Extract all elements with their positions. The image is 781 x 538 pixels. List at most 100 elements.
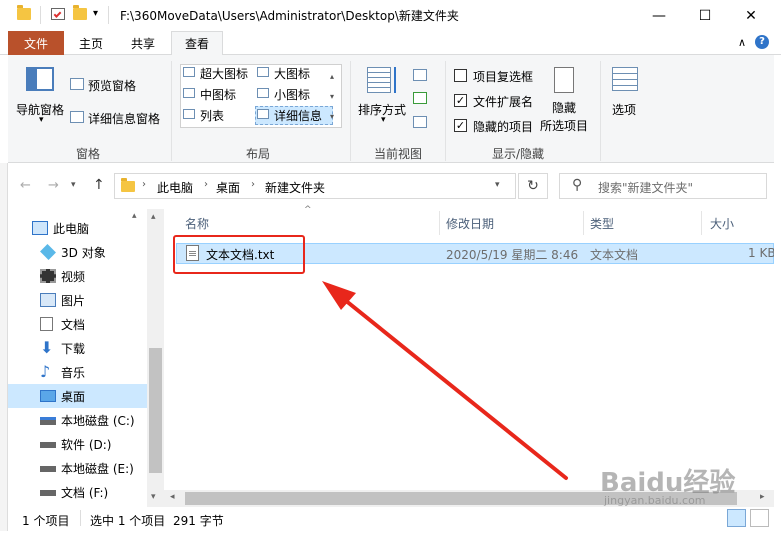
drive-icon [40, 490, 56, 496]
tab-share[interactable]: 共享 [120, 31, 166, 55]
preview-pane-button[interactable]: 预览窗格 [88, 77, 136, 94]
divider [108, 6, 109, 24]
breadcrumb-this-pc[interactable]: 此电脑 [157, 179, 193, 196]
group-label-panes: 窗格 [75, 147, 100, 161]
column-separator[interactable] [583, 211, 584, 235]
layout-list[interactable]: 列表 [200, 107, 224, 124]
folder-icon[interactable] [17, 5, 31, 20]
3d-objects-icon [40, 244, 56, 260]
preview-pane-icon [70, 78, 84, 90]
details-view-icon[interactable] [727, 509, 746, 527]
nav-item-desktop[interactable]: 桌面 [8, 384, 147, 408]
navigation-pane-button[interactable]: 导航窗格 ▾ [14, 63, 66, 133]
nav-item-drive-d[interactable]: 软件 (D:) [8, 432, 147, 456]
sort-arrow-icon [394, 67, 398, 93]
nav-item-label: 音乐 [61, 365, 86, 380]
breadcrumb-new-folder[interactable]: 新建文件夹 [265, 179, 325, 196]
column-separator[interactable] [701, 211, 702, 235]
nav-item-label: 本地磁盘 (E:) [61, 461, 134, 476]
help-icon[interactable]: ? [755, 35, 769, 49]
group-label-current-view: 当前视图 [373, 147, 422, 161]
column-header-size[interactable]: 大小 [710, 215, 734, 232]
hidden-items-checkbox[interactable]: ✓ [454, 119, 467, 132]
nav-item-label: 此电脑 [53, 221, 90, 236]
layout-extra-large-icons[interactable]: 超大图标 [200, 65, 248, 82]
column-separator[interactable] [439, 211, 440, 235]
chevron-down-icon[interactable]: ▾ [495, 180, 500, 190]
navigation-pane: ▴ 此电脑 3D 对象 视频 图片 文档 ⬇ 下载 ♪ 音乐 桌面 本地磁盘 (… [8, 209, 164, 507]
back-arrow-icon[interactable]: ← [20, 178, 31, 193]
scroll-right-icon[interactable]: ▸ [760, 492, 765, 502]
tab-file[interactable]: 文件 [8, 31, 64, 55]
window-title: F:\360MoveData\Users\Administrator\Deskt… [120, 9, 459, 23]
tab-view[interactable]: 查看 [171, 31, 223, 56]
nav-item-drive-f[interactable]: 文档 (F:) [8, 480, 147, 504]
nav-item-downloads[interactable]: ⬇ 下载 [8, 336, 147, 360]
tab-home[interactable]: 主页 [70, 31, 112, 55]
properties-icon[interactable] [51, 8, 65, 20]
maximize-button[interactable]: ☐ [682, 0, 728, 31]
forward-arrow-icon[interactable]: → [48, 178, 59, 193]
nav-item-drive-e[interactable]: 本地磁盘 (E:) [8, 456, 147, 480]
nav-item-label: 视频 [61, 269, 86, 284]
desktop-icon [40, 390, 56, 402]
nav-item-music[interactable]: ♪ 音乐 [8, 360, 147, 384]
minimize-button[interactable]: — [636, 0, 682, 31]
large-icons-icon [257, 67, 269, 77]
extra-large-icons-icon [183, 67, 195, 77]
breadcrumb-desktop[interactable]: 桌面 [216, 179, 240, 196]
column-header-name[interactable]: 名称 [185, 215, 209, 232]
new-folder-icon[interactable] [73, 5, 87, 20]
ribbon: 导航窗格 ▾ 预览窗格 详细信息窗格 窗格 超大图标 大图标 中图标 小图标 列… [8, 55, 774, 163]
nav-item-label: 桌面 [61, 389, 86, 404]
file-extensions-label: 文件扩展名 [473, 95, 534, 109]
scroll-down-icon[interactable]: ▾ [151, 492, 156, 502]
hidden-items-label: 隐藏的项目 [473, 120, 534, 134]
address-bar[interactable]: › 此电脑 › 桌面 › 新建文件夹 ▾ [114, 173, 516, 199]
details-pane-button[interactable]: 详细信息窗格 [88, 110, 160, 127]
nav-item-3d-objects[interactable]: 3D 对象 [8, 240, 147, 264]
options-button[interactable]: 选项 [606, 65, 646, 125]
chevron-down-icon: ▾ [381, 115, 386, 125]
file-type: 文本文档 [590, 248, 639, 262]
download-icon: ⬇ [40, 338, 54, 357]
nav-item-label: 下载 [61, 341, 86, 356]
drive-icon [40, 466, 56, 472]
scroll-left-icon[interactable]: ◂ [170, 492, 175, 502]
refresh-button[interactable]: ↻ [518, 173, 548, 199]
hide-selected-items-button[interactable]: 隐藏 所选项目 [538, 65, 594, 135]
annotation-highlight-box [173, 235, 305, 274]
layout-large-icons[interactable]: 大图标 [274, 65, 310, 82]
large-icons-view-icon[interactable] [750, 509, 769, 527]
column-header-type[interactable]: 类型 [590, 215, 614, 232]
search-input[interactable]: ⚲ 搜索"新建文件夹" [559, 173, 767, 199]
nav-item-drive-c[interactable]: 本地磁盘 (C:) [8, 408, 147, 432]
nav-item-documents[interactable]: 文档 [8, 312, 147, 336]
item-checkboxes-checkbox[interactable] [454, 69, 467, 82]
file-extensions-checkbox[interactable]: ✓ [454, 94, 467, 107]
layout-small-icons[interactable]: 小图标 [274, 86, 310, 103]
layout-scroll-icon[interactable]: ▴ ▾ ▾ [330, 67, 334, 127]
nav-scrollbar-thumb[interactable] [149, 348, 162, 473]
layout-details[interactable]: 详细信息 [274, 107, 322, 124]
recent-locations-icon[interactable]: ▾ [71, 180, 76, 190]
chevron-up-icon[interactable]: ∧ [738, 36, 746, 49]
nav-item-pictures[interactable]: 图片 [8, 288, 147, 312]
scroll-up-icon[interactable]: ▴ [151, 212, 156, 222]
status-selected-count: 选中 1 个项目 [90, 514, 166, 528]
sort-ascending-icon: ^ [304, 205, 312, 215]
close-button[interactable]: ✕ [728, 0, 774, 31]
chevron-down-icon[interactable]: ▾ [93, 8, 98, 19]
group-by-icon[interactable] [413, 69, 427, 81]
nav-item-label: 3D 对象 [61, 245, 106, 260]
up-arrow-icon[interactable]: ↑ [93, 177, 105, 193]
column-header-modified[interactable]: 修改日期 [446, 215, 494, 232]
nav-item-this-pc[interactable]: 此电脑 [8, 216, 147, 240]
options-label: 选项 [612, 103, 637, 117]
add-columns-icon[interactable] [413, 92, 427, 104]
size-columns-icon[interactable] [413, 116, 427, 128]
small-icons-icon [257, 88, 269, 98]
nav-item-label: 文档 (F:) [61, 485, 109, 500]
nav-item-videos[interactable]: 视频 [8, 264, 147, 288]
layout-medium-icons[interactable]: 中图标 [200, 86, 236, 103]
